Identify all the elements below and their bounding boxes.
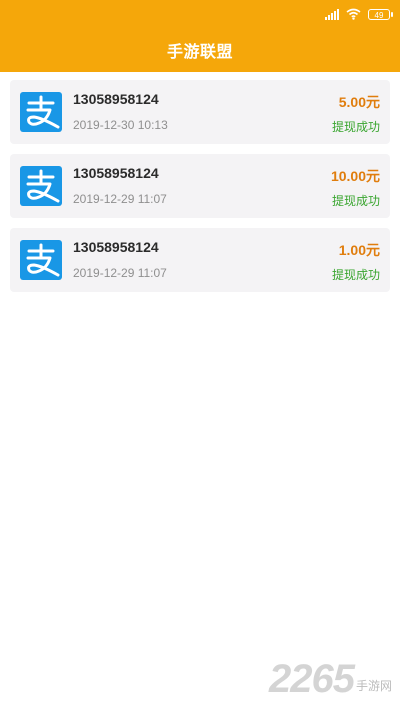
alipay-icon (20, 92, 62, 132)
watermark-number: 2265 (269, 657, 355, 701)
watermark-logo: 2265 手游网 (269, 657, 392, 702)
battery-icon: 49 (368, 8, 393, 20)
watermark-text: 手游网 (355, 679, 392, 693)
list-item[interactable]: 13058958124 2019-12-29 11:07 1.00元 提现成功 (10, 228, 390, 292)
record-time: 2019-12-30 10:13 (73, 118, 168, 132)
record-status: 提现成功 (331, 120, 380, 134)
header-bar: 49 手游联盟 (0, 0, 400, 72)
account-number: 13058958124 (73, 91, 159, 107)
record-amount: 10.00元 (330, 168, 380, 184)
record-status: 提现成功 (331, 268, 380, 282)
list-item[interactable]: 13058958124 2019-12-30 10:13 5.00元 提现成功 (10, 80, 390, 144)
signal-icon (325, 8, 339, 20)
page-title: 手游联盟 (166, 44, 233, 61)
status-bar: 49 (325, 6, 393, 22)
list-item[interactable]: 13058958124 2019-12-29 11:07 10.00元 提现成功 (10, 154, 390, 218)
account-number: 13058958124 (73, 165, 159, 181)
record-status: 提现成功 (331, 194, 380, 208)
record-time: 2019-12-29 11:07 (73, 266, 167, 280)
withdrawal-list: 13058958124 2019-12-30 10:13 5.00元 提现成功 … (10, 80, 390, 302)
record-time: 2019-12-29 11:07 (73, 192, 167, 206)
record-amount: 5.00元 (338, 94, 380, 110)
account-number: 13058958124 (73, 239, 159, 255)
alipay-icon (20, 240, 62, 280)
alipay-icon (20, 166, 62, 206)
wifi-icon (346, 8, 361, 20)
record-amount: 1.00元 (338, 242, 380, 258)
